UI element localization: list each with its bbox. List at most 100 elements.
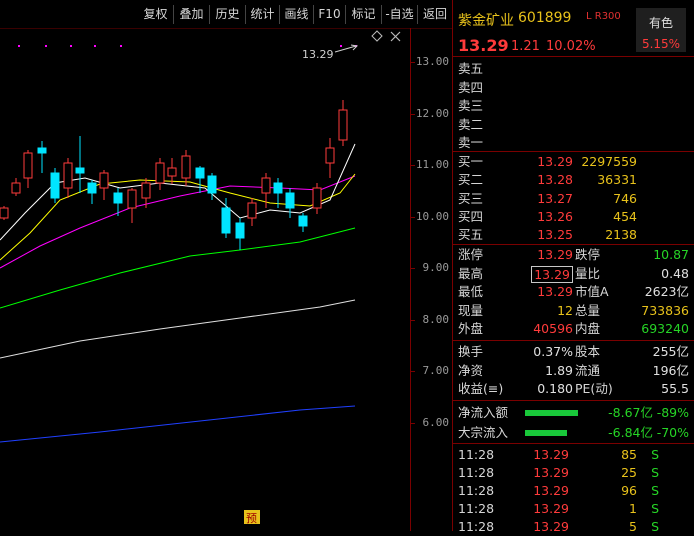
sector-pct: 5.15%	[641, 37, 681, 51]
candle-body	[0, 207, 9, 219]
stat-label: 股本	[575, 344, 601, 359]
stock-code: 601899	[518, 10, 572, 26]
candle-body	[50, 172, 60, 199]
signal-dots	[18, 45, 357, 47]
candle-body	[247, 202, 257, 219]
statistics-button[interactable]: 统计	[246, 5, 280, 24]
bid-price: 13.27	[537, 190, 573, 206]
fuquan-button[interactable]: 复权	[138, 5, 174, 24]
tick-row: 11:28 13.29 85 S	[453, 446, 694, 464]
stat-value: 733836	[641, 302, 689, 318]
tick-row: 11:28 13.29 25 S	[453, 464, 694, 482]
tick-time: 11:28	[458, 501, 495, 516]
signal-dot	[94, 45, 96, 47]
stat-label: 跌停	[575, 247, 601, 262]
bid-row: 买二 13.28 36331	[453, 171, 694, 189]
candle-body	[221, 207, 231, 234]
mark-button[interactable]: 标记	[346, 5, 382, 24]
tick-time: 11:28	[458, 465, 495, 480]
draw-line-button[interactable]: 画线	[280, 5, 314, 24]
svg-text:预: 预	[246, 512, 257, 525]
tick-price: 13.29	[533, 465, 569, 480]
tick-side: S	[651, 447, 659, 462]
quote-header: 紫金矿业 601899 L R300 有色 5.15% 13.29 1.21 1…	[453, 0, 694, 56]
flow-pct: -70%	[656, 425, 689, 440]
ask-row: 卖五	[453, 60, 694, 78]
stat-value: 55.5	[661, 381, 689, 396]
candle-body	[261, 177, 271, 194]
bid-label: 买四	[458, 208, 484, 224]
stock-name[interactable]: 紫金矿业	[458, 10, 514, 30]
axis-tick-label: 10.00	[415, 209, 449, 223]
candle-body	[75, 167, 85, 174]
stat-label: 最高	[458, 265, 484, 281]
ask-label: 卖四	[458, 79, 484, 95]
price-change-pct: 10.02%	[546, 39, 596, 54]
candle-body	[325, 147, 335, 164]
candle-body	[235, 222, 245, 239]
axis-tick-label: 8.00	[422, 312, 450, 326]
forecast-marker[interactable]: 预	[244, 510, 260, 525]
flow-label: 净流入额	[458, 405, 509, 420]
candle-body	[37, 147, 47, 154]
ask-row: 卖三	[453, 97, 694, 115]
sector-label: 有色	[648, 16, 673, 30]
bid-price: 13.28	[537, 172, 573, 188]
axis-tick-mark	[411, 113, 415, 115]
stat-label: 最低	[458, 284, 484, 299]
candle-body	[63, 162, 73, 189]
history-button[interactable]: 历史	[210, 5, 246, 24]
bid-volume: 2138	[605, 227, 637, 243]
candle-body	[195, 167, 205, 179]
stat-row: 收益(≡) 0.180 PE(动) 55.5	[453, 380, 694, 398]
candle-body	[11, 182, 21, 194]
stat-value: 0.180	[537, 381, 573, 396]
flow-row: 大宗流入 -6.84亿 -70%	[453, 424, 694, 442]
last-price-label: 13.29	[302, 48, 334, 61]
bid-volume: 2297559	[581, 154, 637, 169]
candle-body	[338, 109, 348, 141]
ma250-line	[0, 405, 356, 443]
stat-value: 255亿	[652, 344, 689, 359]
signal-dot	[70, 45, 72, 47]
remove-watchlist-button[interactable]: -自选	[382, 5, 418, 24]
flow-bar	[525, 430, 567, 436]
flow-row: 净流入额 -8.67亿 -89%	[453, 404, 694, 422]
axis-tick-mark	[411, 422, 415, 424]
axis-tick-label: 6.00	[422, 415, 450, 429]
f10-button[interactable]: F10	[314, 5, 346, 24]
tick-price: 13.29	[533, 483, 569, 498]
diamond-icon[interactable]	[371, 30, 383, 42]
signal-dot	[18, 45, 20, 47]
close-chart-icon[interactable]	[390, 31, 401, 42]
back-button[interactable]: 返回	[418, 5, 452, 24]
price-change: 1.21	[511, 39, 540, 54]
tick-side: S	[651, 483, 659, 498]
tick-volume: 25	[621, 465, 637, 480]
ask-row: 卖四	[453, 79, 694, 97]
bid-label: 买一	[458, 154, 484, 169]
stat-row: 换手 0.37% 股本 255亿	[453, 343, 694, 361]
tick-row: 11:28 13.29 96 S	[453, 482, 694, 500]
candle-body	[285, 192, 295, 209]
overlay-button[interactable]: 叠加	[174, 5, 210, 24]
sector-button[interactable]: 有色 5.15%	[636, 8, 686, 52]
bid-price: 13.26	[537, 208, 573, 224]
stat-label: 换手	[458, 344, 484, 359]
candle-body	[23, 152, 33, 179]
kline-chart[interactable]: 13.29 预	[0, 28, 410, 531]
candle-body	[167, 167, 177, 177]
axis-tick-label: 9.00	[422, 261, 450, 274]
quote-panel: 紫金矿业 601899 L R300 有色 5.15% 13.29 1.21 1…	[452, 0, 694, 534]
tick-volume: 1	[629, 501, 637, 516]
candle-body	[298, 215, 308, 227]
candle-body	[181, 155, 191, 179]
bid-label: 买三	[458, 190, 484, 206]
tick-side: S	[651, 465, 659, 480]
ma120-line	[0, 299, 356, 359]
current-price: 13.29	[458, 36, 509, 55]
stock-tags: L R300	[586, 11, 621, 22]
axis-tick-mark	[411, 268, 415, 269]
stat-value: 0.48	[661, 265, 689, 281]
bid-volume: 746	[613, 190, 637, 206]
